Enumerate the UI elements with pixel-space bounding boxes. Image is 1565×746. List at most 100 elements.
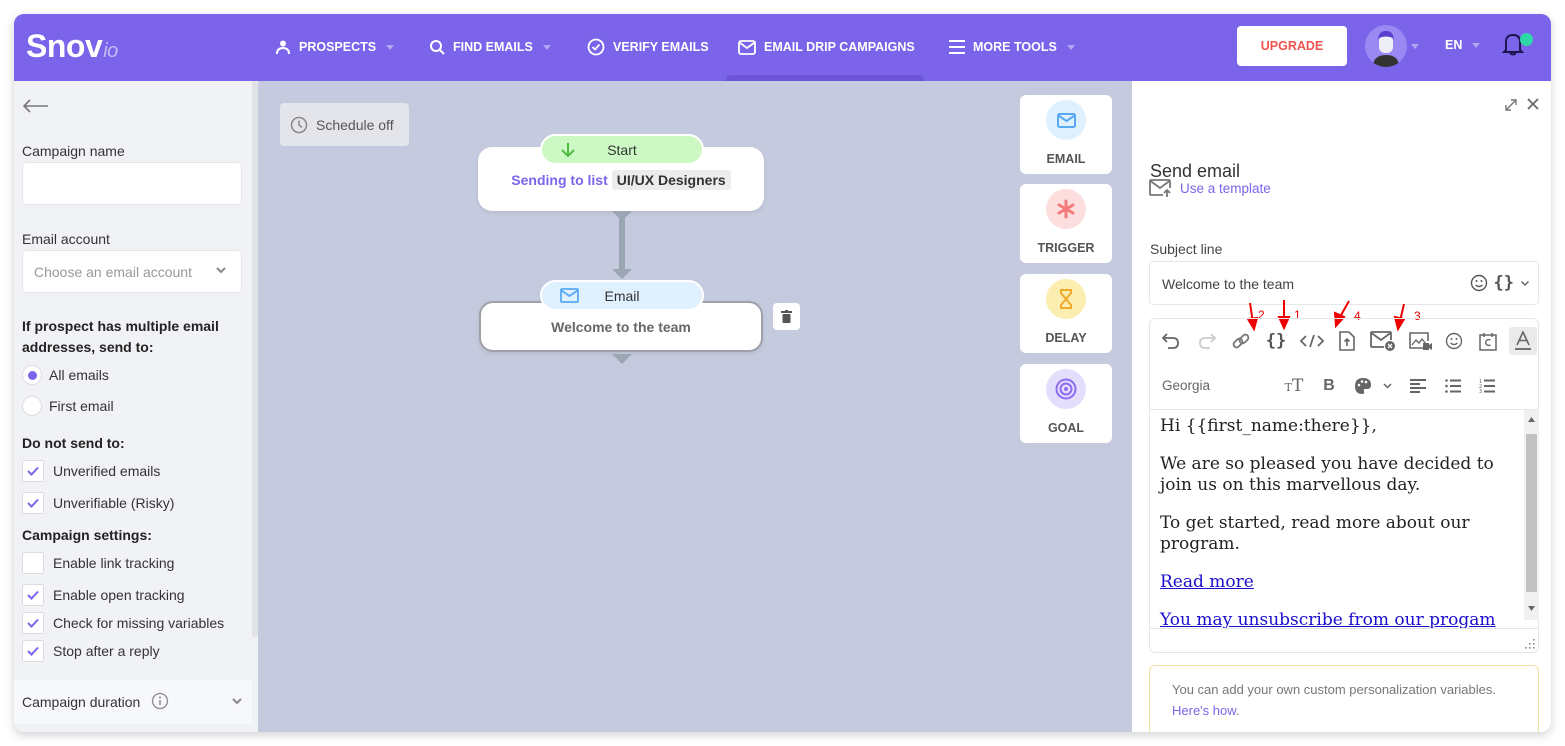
code-icon	[1300, 334, 1324, 348]
close-icon[interactable]	[1526, 97, 1540, 111]
subject-tools: {}	[1470, 273, 1530, 293]
undo-button[interactable]	[1157, 327, 1185, 355]
insert-video-button[interactable]	[1406, 327, 1434, 355]
variable-braces-icon[interactable]: {}	[1494, 273, 1514, 293]
scroll-up-icon[interactable]	[1528, 417, 1535, 422]
radio-first-email[interactable]: First email	[22, 396, 114, 416]
nav-prospects[interactable]: PROSPECTS	[275, 36, 395, 58]
unsubscribe-link[interactable]: You may unsubscribe from our progam	[1160, 610, 1495, 628]
checkbox-check-missing-variables-label: Check for missing variables	[53, 615, 225, 631]
nav-email-drip-campaigns[interactable]: EMAIL DRIP CAMPAIGNS	[738, 36, 915, 58]
checkbox[interactable]	[22, 552, 44, 574]
checkbox-enable-link-tracking[interactable]: Enable link tracking	[22, 552, 174, 574]
radio-selected-dot	[27, 370, 37, 380]
person-icon	[276, 40, 290, 55]
checkbox-unverified-emails[interactable]: Unverified emails	[22, 460, 160, 482]
nav-find-emails[interactable]: FIND EMAILS	[429, 36, 551, 58]
nav-email-drip-campaigns-label: EMAIL DRIP CAMPAIGNS	[764, 40, 915, 54]
checkmark-icon	[27, 646, 39, 656]
checkbox[interactable]	[22, 492, 44, 514]
checkbox-enable-link-tracking-label: Enable link tracking	[53, 555, 175, 571]
caret-down-icon	[386, 44, 395, 50]
chevron-down-icon[interactable]	[1383, 383, 1392, 389]
info-text: You can add your own custom personalizat…	[1172, 682, 1496, 697]
align-left-button[interactable]	[1404, 372, 1432, 400]
campaign-duration-section[interactable]: Campaign duration	[14, 680, 252, 724]
expand-icon[interactable]	[1504, 98, 1518, 112]
editor-scrollbar-thumb[interactable]	[1526, 434, 1537, 592]
campaign-name-input[interactable]	[22, 162, 242, 205]
do-not-send-heading: Do not send to:	[22, 435, 125, 451]
upgrade-button[interactable]: UPGRADE	[1237, 26, 1347, 66]
checkmark-icon	[27, 590, 39, 600]
language-selector[interactable]: EN	[1445, 38, 1481, 52]
back-arrow-icon[interactable]	[22, 99, 50, 113]
tool-goal[interactable]: GOAL	[1020, 364, 1112, 443]
tool-delay-circle	[1046, 279, 1086, 319]
source-code-button[interactable]	[1298, 327, 1326, 355]
checkbox-stop-after-reply[interactable]: Stop after a reply	[22, 640, 160, 662]
user-avatar[interactable]	[1365, 25, 1407, 67]
delete-node-button[interactable]	[773, 303, 800, 330]
tool-email[interactable]: EMAIL	[1020, 95, 1112, 174]
top-navigation-bar: Snovio PROSPECTS FIND EMAILS VERIFY EMAI…	[14, 14, 1551, 81]
insert-variable-button[interactable]: {}	[1262, 327, 1290, 355]
insert-emoji-button[interactable]	[1440, 327, 1468, 355]
use-template-link[interactable]: Use a template	[1149, 179, 1271, 198]
email-body-content[interactable]: Hi {{first_name:there}}, We are so pleas…	[1150, 409, 1539, 629]
checkbox-enable-open-tracking[interactable]: Enable open tracking	[22, 584, 185, 606]
tool-trigger[interactable]: TRIGGER	[1020, 184, 1112, 263]
redo-icon	[1199, 333, 1216, 349]
info-icon[interactable]	[151, 692, 169, 710]
numbered-list-button[interactable]: 123	[1473, 372, 1501, 400]
nav-more-tools[interactable]: MORE TOOLS	[949, 36, 1075, 58]
heres-how-link[interactable]: Here's how	[1172, 703, 1236, 718]
email-account-select[interactable]: Choose an email account	[22, 250, 242, 293]
unsubscribe-link-button[interactable]	[1369, 327, 1397, 355]
nav-verify-emails-label: VERIFY EMAILS	[613, 40, 709, 54]
nav-verify-emails[interactable]: VERIFY EMAILS	[587, 36, 709, 58]
checkbox-unverifiable-risky[interactable]: Unverifiable (Risky)	[22, 492, 174, 514]
attach-file-button[interactable]	[1333, 327, 1361, 355]
read-more-link[interactable]: Read more	[1160, 572, 1254, 592]
font-size-button[interactable]: TT	[1280, 372, 1308, 400]
avatar-caret-icon[interactable]	[1411, 44, 1419, 49]
tool-email-label: EMAIL	[1046, 152, 1086, 166]
subject-line-input[interactable]: Welcome to the team {}	[1149, 261, 1539, 305]
personalization-info-box: You can add your own custom personalizat…	[1149, 665, 1539, 732]
palette-button[interactable]	[1349, 372, 1377, 400]
resize-grip-icon[interactable]	[1525, 639, 1535, 649]
checkbox-check-missing-variables[interactable]: Check for missing variables	[22, 612, 224, 634]
text-color-button[interactable]	[1509, 327, 1537, 355]
multiple-addresses-heading: If prospect has multiple email addresses…	[22, 318, 219, 355]
body-paragraph-1: We are so pleased you have decided to jo…	[1160, 454, 1494, 495]
tool-goal-label: GOAL	[1047, 421, 1085, 435]
insert-calendar-button[interactable]	[1474, 327, 1502, 355]
editor-scrollbar[interactable]	[1524, 410, 1539, 620]
align-left-icon	[1410, 379, 1426, 393]
chevron-down-icon[interactable]	[1520, 280, 1530, 287]
redo-button[interactable]	[1193, 327, 1221, 355]
envelope-upload-icon	[1149, 179, 1171, 197]
search-icon	[430, 40, 445, 55]
radio-button[interactable]	[22, 396, 42, 416]
radio-button[interactable]	[22, 365, 42, 385]
scroll-down-icon[interactable]	[1528, 606, 1535, 611]
checkbox[interactable]	[22, 612, 44, 634]
insert-link-button[interactable]	[1227, 327, 1255, 355]
radio-all-emails-label: All emails	[49, 367, 109, 383]
checkbox[interactable]	[22, 640, 44, 662]
chevron-down-icon[interactable]	[231, 697, 243, 705]
checkbox[interactable]	[22, 460, 44, 482]
snovio-logo[interactable]: Snovio	[26, 28, 118, 65]
video-image-icon	[1409, 331, 1432, 350]
schedule-toggle-button[interactable]: Schedule off	[280, 103, 409, 146]
bullet-list-button[interactable]	[1439, 372, 1467, 400]
list-name-tag[interactable]: UI/UX Designers	[611, 170, 731, 190]
tool-delay[interactable]: DELAY	[1020, 274, 1112, 353]
font-family-select[interactable]: Georgia	[1162, 378, 1210, 393]
checkbox[interactable]	[22, 584, 44, 606]
emoji-icon[interactable]	[1470, 274, 1488, 292]
radio-all-emails[interactable]: All emails	[22, 365, 109, 385]
bold-button[interactable]: B	[1315, 372, 1343, 400]
